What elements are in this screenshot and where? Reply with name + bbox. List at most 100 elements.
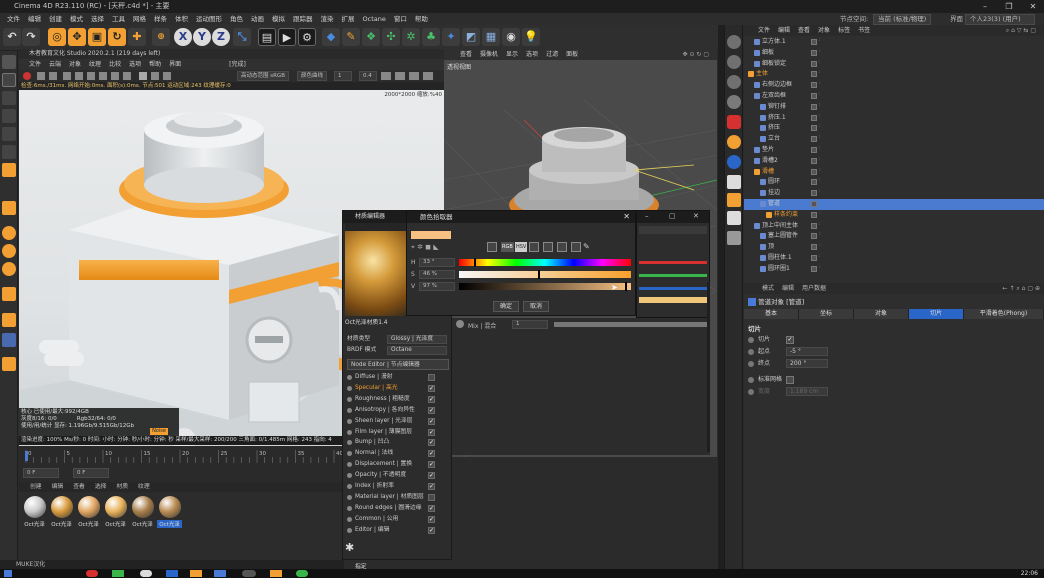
hue-handle[interactable] [474, 258, 476, 267]
material-preview[interactable] [345, 231, 415, 316]
render-dots-icon[interactable]: : [819, 48, 822, 56]
value-slider[interactable] [459, 283, 631, 290]
channel-checkbox[interactable]: ✓ [428, 406, 435, 414]
render-dots-icon[interactable]: : [819, 264, 822, 272]
pick-focus-icon[interactable] [75, 72, 83, 80]
mat-menu-edit[interactable]: 编辑 [47, 482, 69, 492]
menu-help[interactable]: 帮助 [411, 13, 432, 25]
tab-4[interactable]: 平滑着色(Phong) [964, 309, 1044, 319]
layout-dropdown[interactable]: 个人23(3) (用户) [965, 14, 1035, 25]
menu-edit[interactable]: 编辑 [24, 13, 45, 25]
channel-checkbox[interactable]: ✓ [428, 428, 435, 436]
visibility-toggle[interactable] [811, 93, 817, 99]
saturation-handle[interactable] [538, 270, 540, 279]
field-icon[interactable]: ✦ [442, 28, 460, 46]
timeline-playhead[interactable] [25, 451, 28, 461]
attr-field-value[interactable] [786, 376, 794, 384]
keyframe-dot-icon[interactable] [748, 337, 754, 343]
sun-icon[interactable] [727, 135, 741, 149]
object-row[interactable]: 右侧边边框: [744, 80, 1044, 91]
edge-mode-icon[interactable] [2, 127, 16, 141]
render-dots-icon[interactable]: : [819, 210, 822, 218]
render-dots-icon[interactable]: : [819, 232, 822, 239]
vp-menu-view[interactable]: 查看 [456, 49, 476, 60]
mode-grid-icon[interactable] [487, 242, 497, 252]
picker-wheel-icons[interactable]: ⌖ ✲ ◼ ◣ [411, 242, 471, 252]
render-dots-icon[interactable]: : [819, 167, 822, 175]
channel-row[interactable]: Round edges | 圆滑边缘 ✓ [347, 503, 449, 514]
gpu-icon[interactable] [395, 72, 405, 80]
camera-icon[interactable]: ◉ [502, 28, 520, 46]
cancel-button[interactable]: 取消 [523, 301, 549, 312]
channel-checkbox[interactable]: ✓ [428, 483, 435, 490]
keyframe-dot-icon[interactable] [748, 389, 754, 395]
vp-menu-filter[interactable]: 过滤 [542, 49, 562, 60]
channel-row[interactable]: Specular | 高光 ✓ [347, 383, 449, 394]
material-thumbnail[interactable]: Oct光泽 [76, 496, 101, 534]
color-bar[interactable] [639, 297, 707, 303]
shuffle-icon[interactable] [727, 211, 741, 225]
object-row[interactable]: 挤压: [744, 123, 1044, 134]
lock-workplane-icon[interactable] [2, 313, 16, 327]
point-mode-icon[interactable] [2, 109, 16, 123]
visibility-toggle[interactable] [811, 114, 817, 121]
menu-simulate[interactable]: 模拟 [268, 13, 289, 25]
channel-checkbox[interactable]: ✓ [428, 515, 435, 523]
object-row[interactable]: 样条约束: [744, 210, 1044, 221]
menu-volume[interactable]: 体积 [171, 13, 192, 25]
render-dots-icon[interactable]: : [819, 124, 822, 131]
obj-menu-bookmark[interactable]: 书签 [854, 25, 874, 36]
channel-row[interactable]: Diffuse | 漫射 [347, 372, 449, 383]
channel-row[interactable]: Material layer | 材质图层 [347, 492, 449, 503]
visibility-toggle[interactable] [811, 71, 817, 78]
channel-checkbox[interactable] [428, 493, 435, 501]
object-row[interactable]: 左双齿框: [744, 91, 1044, 102]
taskbar-app-6[interactable] [214, 570, 226, 577]
visibility-toggle[interactable] [811, 147, 817, 153]
panel-scrollbar[interactable] [707, 282, 710, 452]
taskbar-app-1[interactable] [86, 570, 98, 577]
tab-1[interactable]: 坐标 [799, 309, 854, 319]
render-dots-icon[interactable]: : [819, 81, 822, 88]
timeline-ruler[interactable]: 0 5 10 15 20 25 30 35 40 [19, 448, 362, 466]
solo-off-icon[interactable] [2, 262, 16, 276]
mode-kelvin-icon[interactable] [529, 242, 539, 252]
x-axis-icon[interactable]: X [174, 28, 192, 46]
attr-menu-mode[interactable]: 模式 [758, 283, 778, 294]
render-dots-icon[interactable]: : [819, 254, 822, 261]
keyframe-dot-icon[interactable] [748, 377, 754, 383]
attr-field-value[interactable]: 200 ° [786, 359, 828, 368]
target-icon[interactable] [727, 193, 741, 207]
render-dots-icon[interactable]: : [819, 113, 822, 121]
obj-menu-object[interactable]: 对象 [814, 25, 834, 36]
tab-3[interactable]: 切片 [909, 309, 964, 319]
channel-row[interactable]: Sheen layer | 光泽层 ✓ [347, 416, 449, 427]
y-axis-icon[interactable]: Y [193, 28, 211, 46]
channel-checkbox[interactable]: ✓ [428, 439, 435, 447]
channel-checkbox[interactable]: ✓ [428, 395, 435, 403]
render-view-icon[interactable]: ▶ [278, 28, 296, 46]
render-dots-icon[interactable]: : [819, 92, 822, 99]
record-icon[interactable] [727, 115, 741, 129]
scene-icon[interactable]: ♣ [422, 28, 440, 46]
taskbar-app-2[interactable] [112, 570, 124, 577]
channel-row[interactable]: Normal | 法线 ✓ [347, 448, 449, 459]
zoom-icon[interactable] [163, 72, 171, 80]
render-menu-file[interactable]: 文件 [25, 59, 45, 70]
channel-checkbox[interactable]: ✓ [428, 450, 435, 458]
mode-numbers-icon[interactable] [543, 242, 553, 252]
render-menu-compare[interactable]: 比较 [105, 59, 125, 70]
world-coordinate-icon[interactable]: ⤡ [233, 28, 251, 46]
object-row[interactable]: 圆环: [744, 177, 1044, 188]
cube-icon[interactable]: ◆ [322, 28, 340, 46]
visibility-toggle[interactable] [811, 265, 817, 272]
object-row[interactable]: 圆环圈1: [744, 264, 1044, 275]
z-axis-icon[interactable]: Z [212, 28, 230, 46]
model-mode-icon[interactable] [2, 73, 16, 87]
keyframe-dot-icon[interactable] [748, 361, 754, 367]
viewport-nav-icons[interactable]: ✥ ⊙ ↻ ▢ [679, 49, 713, 60]
settings-icon[interactable] [123, 72, 131, 80]
move-icon[interactable]: ✥ [68, 28, 86, 46]
attr-field-value[interactable]: ✓ [786, 336, 794, 344]
polygon-mode-icon[interactable] [2, 145, 16, 159]
